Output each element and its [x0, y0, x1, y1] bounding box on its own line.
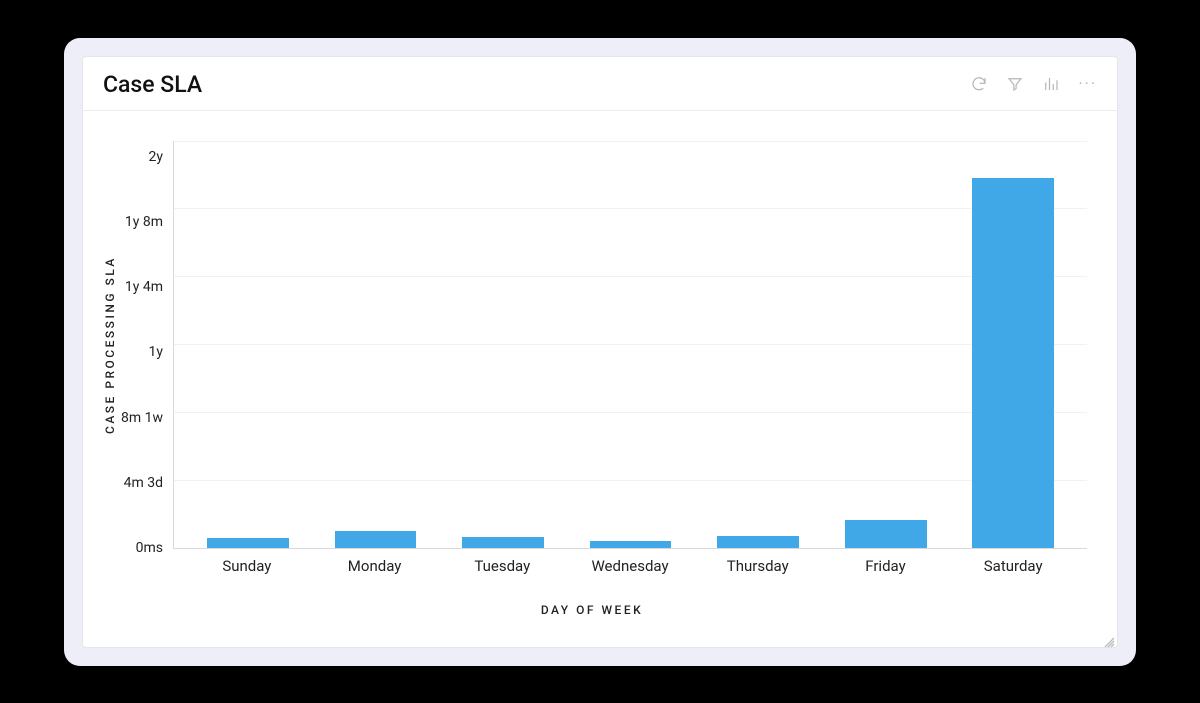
card-toolbar: ···: [970, 75, 1097, 93]
chart-body: CASE PROCESSING SLA 2y 1y 8m 1y 4m 1y 8m 1w 4…: [97, 141, 1087, 549]
plot-area: [173, 141, 1087, 549]
x-tick: Friday: [822, 557, 950, 575]
bars-container: [174, 141, 1087, 548]
x-tick: Tuesday: [438, 557, 566, 575]
bar-slot: [694, 141, 822, 548]
bar-slot: [312, 141, 440, 548]
y-tick: 2y: [149, 149, 164, 165]
refresh-icon[interactable]: [970, 75, 988, 93]
bar-slot: [822, 141, 950, 548]
x-axis-label: DAY OF WEEK: [97, 603, 1087, 617]
chart-card: Case SLA ··· CASE PROCESSING SLA 2y 1y 8m…: [82, 56, 1118, 648]
y-tick: 1y: [149, 344, 164, 360]
bar-slot: [439, 141, 567, 548]
bar-slot: [949, 141, 1077, 548]
x-tick: Saturday: [949, 557, 1077, 575]
card-header: Case SLA ···: [83, 57, 1117, 111]
y-tick: 8m 1w: [121, 410, 163, 426]
resize-handle-icon[interactable]: [1103, 633, 1115, 645]
x-axis-row: . 0ms SundayMondayTuesdayWednesdayThursd…: [97, 557, 1087, 575]
x-tick: Thursday: [694, 557, 822, 575]
y-tick: 1y 8m: [125, 214, 163, 230]
bar-wednesday[interactable]: [590, 541, 672, 548]
chart-area: CASE PROCESSING SLA 2y 1y 8m 1y 4m 1y 8m 1w 4…: [83, 111, 1117, 647]
bar-slot: [567, 141, 695, 548]
outer-frame: Case SLA ··· CASE PROCESSING SLA 2y 1y 8m…: [64, 38, 1136, 666]
bar-tuesday[interactable]: [462, 537, 544, 547]
more-icon[interactable]: ···: [1078, 76, 1097, 92]
chart-type-icon[interactable]: [1042, 75, 1060, 93]
x-axis-ticks: SundayMondayTuesdayWednesdayThursdayFrid…: [173, 557, 1087, 575]
bar-sunday[interactable]: [207, 538, 289, 547]
bar-saturday[interactable]: [972, 178, 1054, 548]
y-tick: 1y 4m: [125, 279, 163, 295]
y-axis-ticks: 2y1y 8m1y 4m1y8m 1w4m 3d0ms: [117, 141, 173, 549]
y-tick: 0ms: [136, 540, 163, 556]
chart-title: Case SLA: [103, 71, 202, 98]
filter-icon[interactable]: [1006, 75, 1024, 93]
x-tick: Wednesday: [566, 557, 694, 575]
bar-thursday[interactable]: [717, 536, 799, 548]
y-tick: 4m 3d: [124, 475, 163, 491]
bar-friday[interactable]: [845, 520, 927, 547]
y-axis-label: CASE PROCESSING SLA: [97, 141, 117, 549]
x-tick: Sunday: [183, 557, 311, 575]
bar-monday[interactable]: [335, 531, 417, 547]
bar-slot: [184, 141, 312, 548]
x-tick: Monday: [311, 557, 439, 575]
